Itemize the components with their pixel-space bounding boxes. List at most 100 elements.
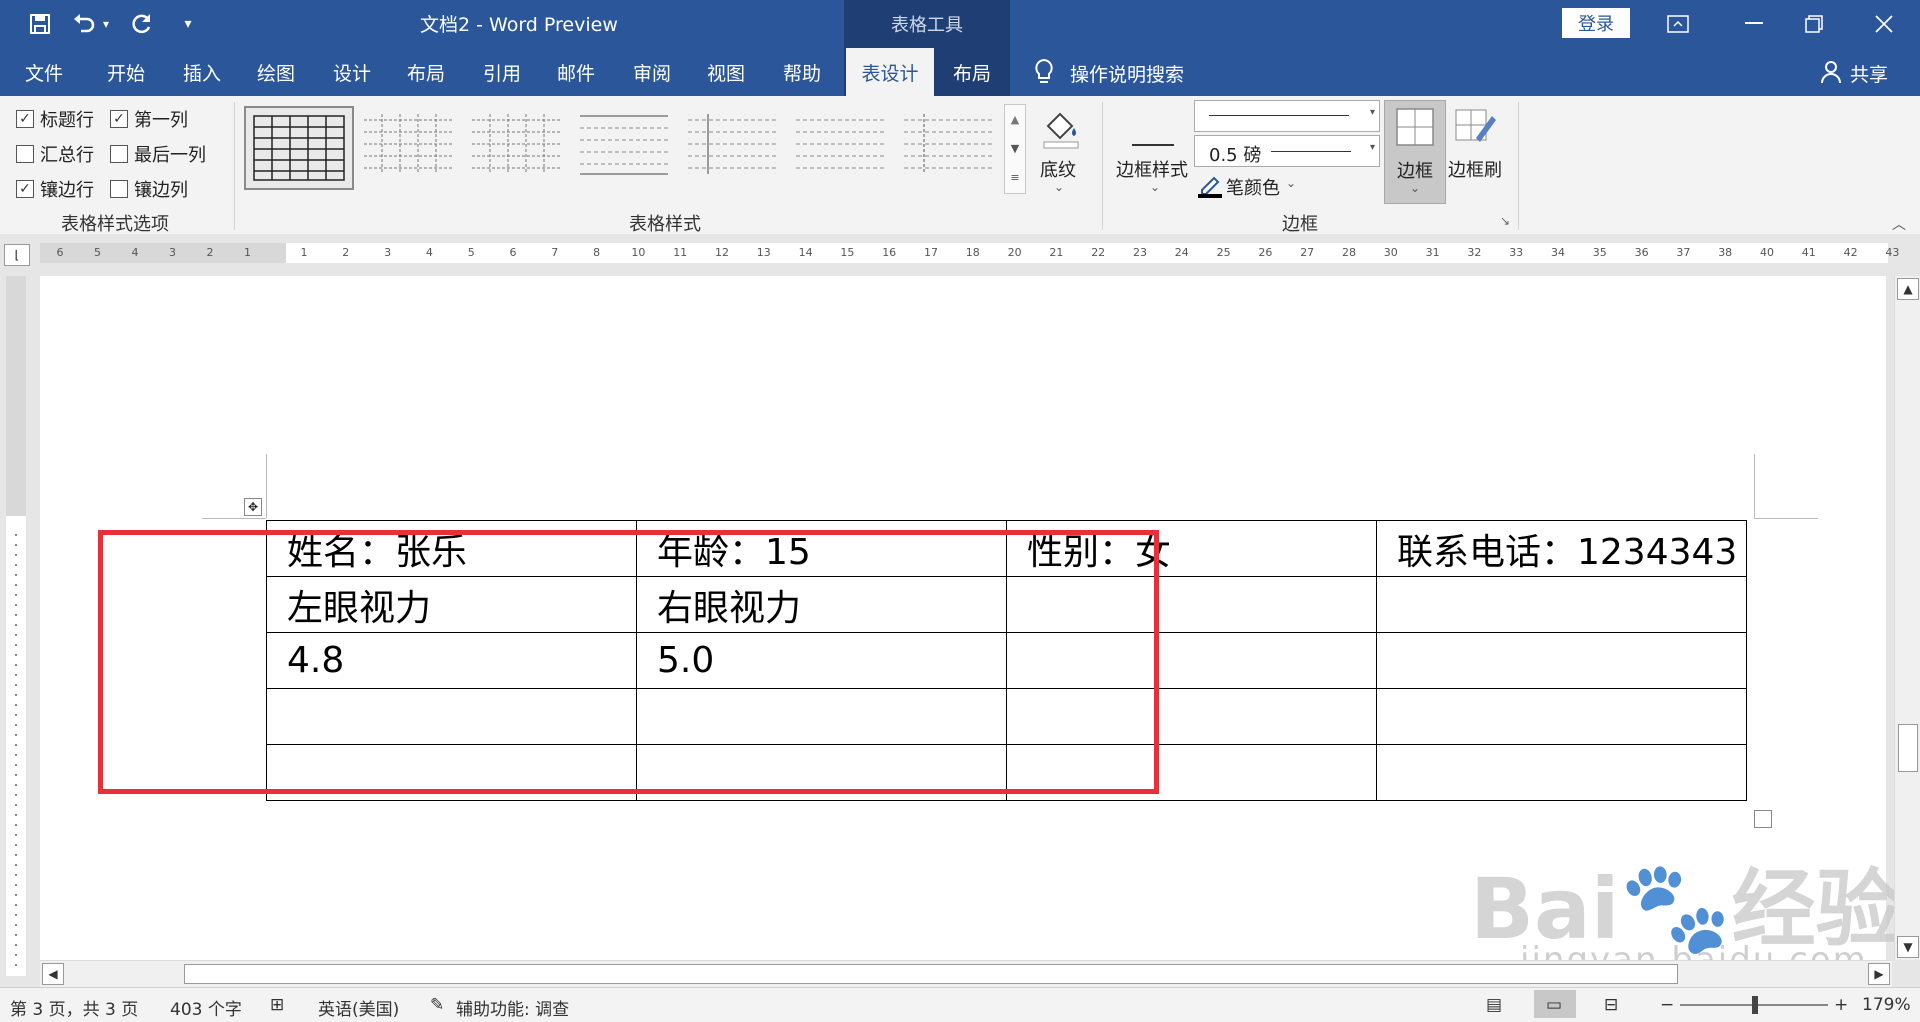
save-icon[interactable]	[24, 8, 56, 40]
line-weight-dropdown[interactable]: 0.5 磅 ▾	[1194, 135, 1380, 167]
customize-qat-icon[interactable]: ▾	[172, 8, 204, 40]
redo-icon[interactable]	[126, 8, 158, 40]
borders-dropdown-icon[interactable]: ⌄	[1385, 181, 1445, 195]
scroll-left-icon[interactable]: ◀	[42, 963, 64, 985]
ruler-tick-label: 8	[593, 246, 601, 259]
table-tools-context-title: 表格工具	[844, 0, 1010, 48]
tab-file[interactable]: 文件	[14, 48, 74, 96]
undo-dropdown-icon[interactable]: ▾	[98, 8, 114, 40]
borders-button[interactable]: 边框 ⌄	[1384, 100, 1446, 204]
border-painter-button[interactable]: 边框刷	[1448, 156, 1502, 182]
table-cell[interactable]	[1376, 576, 1747, 633]
web-layout-icon[interactable]: ⊟	[1604, 995, 1618, 1015]
tab-draw[interactable]: 绘图	[246, 48, 306, 96]
share-button[interactable]: 共享	[1850, 60, 1888, 87]
border-style-preview-icon	[1132, 112, 1174, 146]
option-first-column[interactable]: ✓ 第一列	[110, 106, 188, 132]
scroll-down-icon[interactable]: ▼	[1897, 936, 1919, 958]
word-count[interactable]: 403 个字	[170, 995, 242, 1020]
tab-table-design[interactable]: 表设计	[846, 48, 934, 96]
first-column-checkbox[interactable]: ✓	[110, 110, 128, 128]
restore-icon[interactable]	[1776, 0, 1852, 48]
vertical-scroll-thumb[interactable]	[1898, 724, 1918, 772]
language[interactable]: 英语(美国)	[318, 995, 399, 1020]
page-count[interactable]: 第 3 页，共 3 页	[10, 995, 138, 1020]
banded-columns-checkbox[interactable]	[110, 180, 128, 198]
zoom-out-icon[interactable]: −	[1660, 995, 1674, 1015]
zoom-level[interactable]: 179%	[1862, 995, 1911, 1015]
proofing-icon[interactable]: ⊞	[270, 995, 284, 1015]
table-style-thumb[interactable]	[902, 108, 994, 188]
option-banded-rows[interactable]: ✓ 镶边行	[16, 176, 94, 202]
tab-layout[interactable]: 布局	[396, 48, 456, 96]
horizontal-scrollbar[interactable]: ◀ ▶	[40, 960, 1892, 987]
shading-button[interactable]: 底纹	[1040, 156, 1076, 182]
option-total-row[interactable]: 汇总行	[16, 141, 94, 167]
ruler-left-margin: 6 5 4 3 2 1	[40, 246, 280, 262]
option-header-row[interactable]: ✓ 标题行	[16, 106, 94, 132]
tell-me-search[interactable]: 操作说明搜索	[1070, 60, 1184, 87]
table-style-thumb[interactable]	[578, 108, 670, 188]
accessibility-icon: ✎	[430, 995, 445, 1015]
read-mode-icon[interactable]: ▤	[1486, 995, 1502, 1015]
ruler-tick-label: 25	[1216, 246, 1231, 259]
tab-table-layout[interactable]: 布局	[942, 48, 1002, 96]
tab-references[interactable]: 引用	[472, 48, 532, 96]
tab-design[interactable]: 设计	[322, 48, 382, 96]
ruler-tick-label: 2	[206, 246, 214, 259]
table-style-grid-selected[interactable]	[244, 106, 354, 190]
ruler-tick-label: 14	[798, 246, 813, 259]
gallery-scroll[interactable]: ▲ ▼ ≡	[1004, 104, 1026, 194]
ruler-body[interactable]: 654321 1 2 3 4 5 6 7 8 10 11 12 13 14 15 16 17 18 20 21 22 2…	[40, 243, 1899, 263]
border-styles-dropdown-icon[interactable]: ⌄	[1150, 180, 1160, 194]
table-cell[interactable]	[1376, 632, 1747, 689]
tab-insert[interactable]: 插入	[172, 48, 232, 96]
table-style-thumb[interactable]	[686, 108, 778, 188]
tab-home[interactable]: 开始	[96, 48, 156, 96]
gallery-up-icon[interactable]: ▲	[1005, 105, 1025, 134]
ruler-tick-label: 1	[244, 246, 251, 259]
gallery-more-icon[interactable]: ≡	[1005, 163, 1025, 192]
table-style-thumb[interactable]	[470, 108, 562, 188]
tab-mailings[interactable]: 邮件	[546, 48, 606, 96]
accessibility-status[interactable]: 辅助功能: 调查	[456, 995, 569, 1020]
borders-dialog-launcher-icon[interactable]: ↘	[1500, 214, 1510, 228]
zoom-slider-thumb[interactable]	[1752, 996, 1758, 1014]
table-resize-handle-icon[interactable]	[1754, 810, 1772, 828]
paint-bucket-icon	[1038, 104, 1084, 150]
table-move-handle-icon[interactable]: ✥	[244, 498, 262, 516]
ruler-tick-label: 40	[1760, 246, 1774, 259]
scroll-right-icon[interactable]: ▶	[1868, 963, 1890, 985]
tab-selector-icon[interactable]: ⌊	[4, 244, 30, 266]
horizontal-scroll-thumb[interactable]	[184, 964, 1678, 984]
tab-help[interactable]: 帮助	[772, 48, 832, 96]
ribbon-display-options-icon[interactable]	[1640, 0, 1716, 48]
header-row-checkbox[interactable]: ✓	[16, 110, 34, 128]
tab-review[interactable]: 审阅	[622, 48, 682, 96]
ruler-tick-label: 27	[1300, 246, 1315, 259]
banded-rows-checkbox[interactable]: ✓	[16, 180, 34, 198]
total-row-checkbox[interactable]	[16, 145, 34, 163]
table-style-thumb[interactable]	[362, 108, 454, 188]
scroll-up-icon[interactable]: ▲	[1897, 278, 1919, 300]
gallery-down-icon[interactable]: ▼	[1005, 134, 1025, 163]
option-last-column[interactable]: 最后一列	[110, 141, 206, 167]
border-styles-button[interactable]: 边框样式	[1116, 156, 1188, 182]
collapse-ribbon-icon[interactable]: ︿	[1892, 214, 1906, 234]
table-cell[interactable]	[1376, 744, 1747, 801]
last-column-checkbox[interactable]	[110, 145, 128, 163]
zoom-in-icon[interactable]: +	[1834, 995, 1848, 1015]
login-button[interactable]: 登录	[1562, 8, 1630, 38]
table-cell[interactable]: 联系电话：1234343	[1376, 520, 1747, 577]
undo-icon[interactable]	[68, 8, 100, 40]
line-style-dropdown[interactable]: ▾	[1194, 100, 1380, 132]
close-icon[interactable]	[1846, 0, 1920, 48]
option-banded-columns[interactable]: 镶边列	[110, 176, 188, 202]
pen-color-button[interactable]: 笔颜色	[1226, 174, 1280, 200]
tab-view[interactable]: 视图	[696, 48, 756, 96]
pen-color-dropdown-icon[interactable]: ⌄	[1286, 176, 1296, 190]
table-cell[interactable]	[1376, 688, 1747, 745]
table-style-thumb[interactable]	[794, 108, 886, 188]
vertical-scrollbar[interactable]: ▲ ▼	[1894, 276, 1920, 960]
shading-dropdown-icon[interactable]: ⌄	[1054, 180, 1064, 194]
